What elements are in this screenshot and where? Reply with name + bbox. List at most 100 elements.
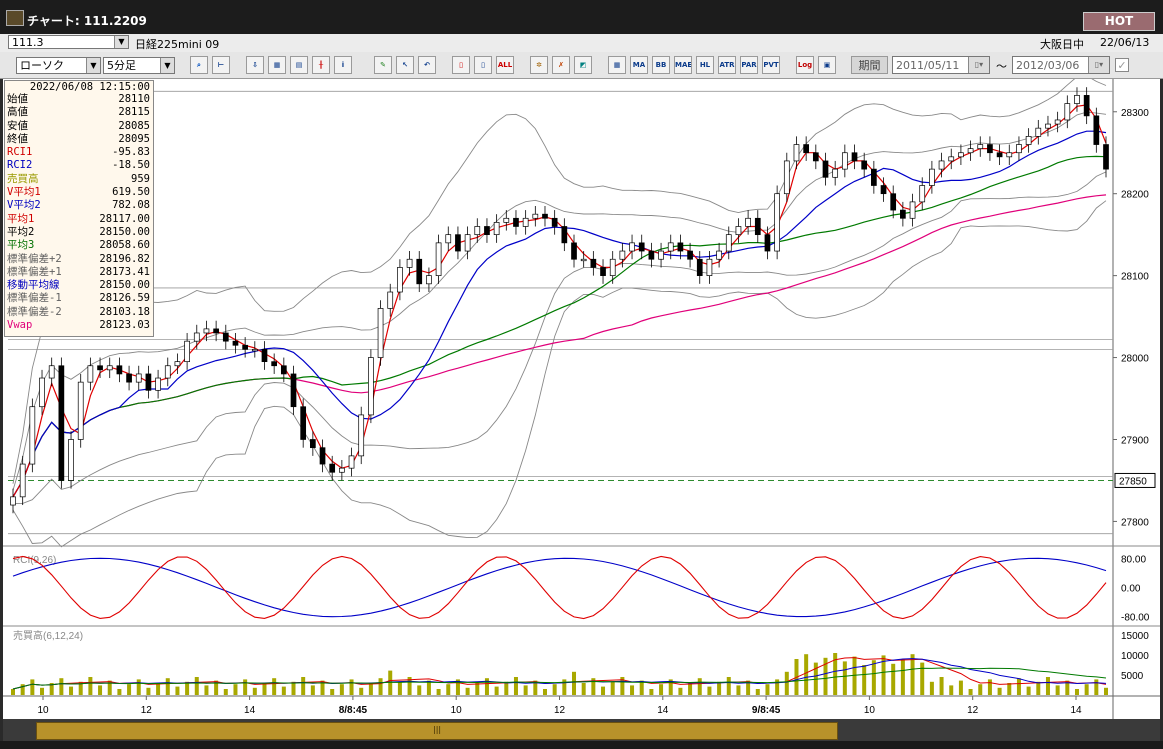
info-row-value: -95.83 xyxy=(112,146,150,159)
crosshair-icon[interactable]: ⊢ xyxy=(212,56,230,74)
candle-body xyxy=(667,242,674,252)
info-row: Vwap 28123.03 xyxy=(5,319,153,332)
candle-body xyxy=(542,213,548,219)
candle-body xyxy=(958,152,964,158)
candle-body xyxy=(929,168,935,186)
volume-bar xyxy=(891,663,896,695)
info-row-value: 28196.82 xyxy=(99,252,150,265)
color-icon[interactable]: ◩ xyxy=(574,56,592,74)
current-price-label: 27850 xyxy=(1119,476,1147,487)
candle-body xyxy=(19,463,26,498)
settings-icon[interactable]: ✲ xyxy=(530,56,548,74)
candle-body xyxy=(1045,123,1051,129)
volume-bar xyxy=(1036,681,1041,695)
volume-bar xyxy=(939,677,944,695)
atr-button[interactable]: ATR xyxy=(718,56,736,74)
tools-icon[interactable]: ✗ xyxy=(552,56,570,74)
date-to-field[interactable]: 2012/03/06 ▯▾ xyxy=(1012,56,1110,74)
volume-bar xyxy=(968,689,973,695)
candle-body xyxy=(445,234,452,244)
price-chart-svg[interactable]: 28300282002810028000279002780027850RCI(9… xyxy=(3,75,1160,719)
export-icon[interactable]: ▣ xyxy=(818,56,836,74)
candles-icon[interactable]: ╫ xyxy=(312,56,330,74)
pvt-button[interactable]: PVT xyxy=(762,56,780,74)
chart-app-icon xyxy=(6,10,24,26)
pen-icon[interactable]: ✎ xyxy=(374,56,392,74)
candle-body xyxy=(39,377,45,408)
candle-body xyxy=(222,332,229,342)
candle-body xyxy=(600,267,606,276)
calendar-icon[interactable]: ▯▾ xyxy=(1088,57,1109,73)
candle-body xyxy=(909,201,916,219)
volume-bar xyxy=(1007,683,1012,695)
chart-toolbar: ローソク ▼ 5分足 ▼ ⌕ ⊢ ⇩ ▦ ▤ ╫ i ✎ ↖ ↶ ▯ ▯ ALL… xyxy=(0,52,1163,79)
volume-bar xyxy=(862,665,867,695)
chart-zoom-icon[interactable]: ▦ xyxy=(268,56,286,74)
info-row-label: 高値 xyxy=(7,106,28,119)
volume-bar xyxy=(552,684,557,695)
volume-bar xyxy=(601,686,606,695)
chevron-down-icon[interactable]: ▼ xyxy=(114,36,128,48)
candle-body xyxy=(745,217,751,227)
period-button[interactable]: 期間 xyxy=(851,56,888,74)
grid-icon[interactable]: ▦ xyxy=(608,56,626,74)
candle-body xyxy=(861,160,868,170)
symbol-code-select[interactable]: 111.3 ▼ xyxy=(8,35,129,49)
volume-bar xyxy=(910,654,915,695)
info-row-value: 28058.60 xyxy=(99,239,150,252)
candle-body xyxy=(406,258,413,268)
candle-body xyxy=(658,250,664,260)
chevron-down-icon[interactable]: ▼ xyxy=(86,58,100,73)
chevron-down-icon[interactable]: ▼ xyxy=(160,58,174,73)
candle-body xyxy=(1035,127,1042,137)
ma-button[interactable]: MA xyxy=(630,56,648,74)
volume-bar xyxy=(243,679,248,695)
volume-bar xyxy=(804,654,809,695)
candle-body xyxy=(416,258,423,285)
chart-scrollbar[interactable]: ||| xyxy=(3,719,1160,741)
info-icon[interactable]: i xyxy=(334,56,352,74)
candle-body xyxy=(503,217,510,223)
bb-button[interactable]: BB xyxy=(652,56,670,74)
candle-body xyxy=(948,156,955,162)
info-row-label: 安値 xyxy=(7,119,28,132)
volume-bar xyxy=(920,662,925,695)
all-button[interactable]: ALL xyxy=(496,56,514,74)
interval-select[interactable]: 5分足 ▼ xyxy=(103,57,175,74)
volume-bar xyxy=(1026,686,1031,695)
zoom-icon[interactable]: ⌕ xyxy=(190,56,208,74)
status-bar xyxy=(0,741,1163,749)
hl-button[interactable]: HL xyxy=(696,56,714,74)
calendar-icon[interactable]: ▯▾ xyxy=(968,57,989,73)
candle-body xyxy=(725,234,732,252)
volume-bar xyxy=(949,685,954,695)
date-from-field[interactable]: 2011/05/11 ▯▾ xyxy=(892,56,990,74)
mae-button[interactable]: MAE xyxy=(674,56,692,74)
candle-red-icon[interactable]: ▯ xyxy=(452,56,470,74)
candle-body xyxy=(358,414,365,457)
chart-area[interactable]: 28300 28200 28100 28000 27900 27800 27850 RCI(9… xyxy=(3,75,1160,719)
candle-body xyxy=(58,365,65,481)
time-tick-label: 12 xyxy=(554,705,566,716)
par-button[interactable]: PAR xyxy=(740,56,758,74)
pointer-icon[interactable]: ↖ xyxy=(396,56,414,74)
volume-bar xyxy=(688,683,693,695)
candle-body xyxy=(812,152,819,162)
chart-type-select[interactable]: ローソク ▼ xyxy=(16,57,101,74)
download-icon[interactable]: ⇩ xyxy=(246,56,264,74)
candle-body xyxy=(832,168,839,178)
candle-body xyxy=(290,373,297,408)
candle-body xyxy=(648,250,655,260)
volume-bar xyxy=(69,686,74,695)
candle-body xyxy=(871,168,877,186)
undo-icon[interactable]: ↶ xyxy=(418,56,436,74)
period-checkbox[interactable]: ✓ xyxy=(1115,58,1129,72)
hot-button[interactable]: HOT xyxy=(1083,12,1155,31)
time-tick-label: 8/8:45 xyxy=(339,705,368,716)
candle-body xyxy=(571,242,577,260)
candle-blue-icon[interactable]: ▯ xyxy=(474,56,492,74)
volume-bar xyxy=(929,681,934,695)
candle-body xyxy=(754,217,761,236)
chart-grid-icon[interactable]: ▤ xyxy=(290,56,308,74)
log-button[interactable]: Log xyxy=(796,56,814,74)
